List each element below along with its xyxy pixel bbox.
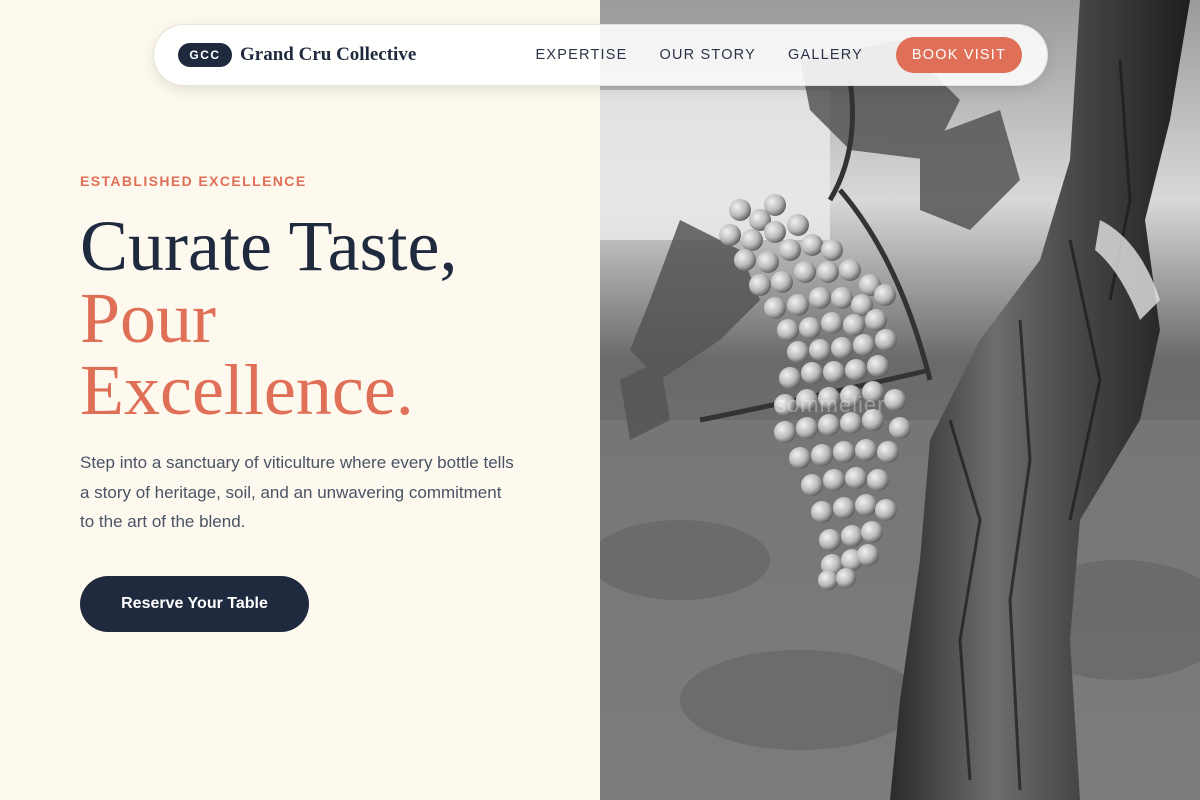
hero-headline: Curate Taste, Pour Excellence. [80, 210, 458, 426]
nav-link-expertise[interactable]: EXPERTISE [536, 47, 628, 63]
nav-links: EXPERTISE OUR STORY GALLERY [536, 47, 863, 63]
reserve-table-button[interactable]: Reserve Your Table [80, 576, 309, 632]
nav-link-our-story[interactable]: OUR STORY [659, 47, 755, 63]
brand-name[interactable]: Grand Cru Collective [240, 44, 416, 66]
watermark-text: sommelier [775, 392, 886, 417]
hero-photo [600, 0, 1200, 800]
book-visit-button[interactable]: BOOK VISIT [896, 37, 1022, 73]
headline-line-2: Pour [80, 278, 217, 358]
hero-description: Step into a sanctuary of viticulture whe… [80, 453, 514, 531]
headline-line-3: Excellence. [80, 350, 414, 430]
headline-line-1: Curate Taste, [80, 206, 458, 286]
nav-link-gallery[interactable]: GALLERY [788, 47, 863, 63]
brand-badge[interactable]: GCC [178, 43, 232, 67]
hero-eyebrow: ESTABLISHED EXCELLENCE [80, 173, 307, 189]
top-navigation: GCC Grand Cru Collective EXPERTISE OUR S… [153, 24, 1048, 86]
